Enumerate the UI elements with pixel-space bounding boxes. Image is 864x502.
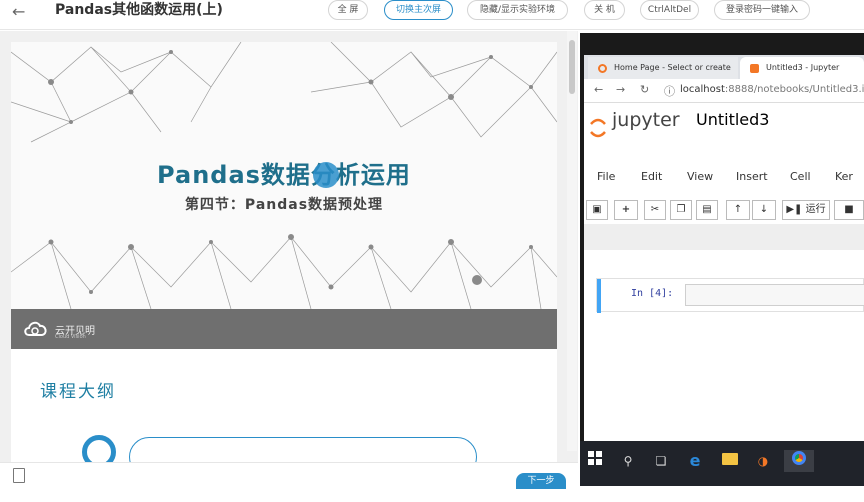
slide-footer: 云开见明 Cloud Vision — [11, 309, 557, 349]
url-host: localhost — [680, 84, 725, 95]
copy-icon[interactable]: ❐ — [670, 200, 692, 220]
info-icon[interactable]: ⓘ — [664, 83, 675, 99]
address-bar: ← → ↻ ⓘ localhost:8888/notebooks/Untitle… — [584, 79, 864, 103]
cell-prompt: In [4]: — [631, 288, 674, 299]
run-button[interactable]: ▶❚ 运行 — [782, 200, 830, 220]
menu-kernel[interactable]: Ker — [835, 170, 853, 183]
save-icon[interactable]: ▣ — [586, 200, 608, 220]
slide-pane: Pandas数据分析运用 第四节：Pandas数据预处理 云开见明 Cloud … — [0, 31, 578, 502]
vm-screen[interactable]: Home Page - Select or create ✕ Untitled3… — [580, 33, 864, 486]
notebook-area: In [4]: — [584, 224, 864, 441]
menu-file[interactable]: File — [597, 170, 615, 183]
paste-icon[interactable]: ▤ — [696, 200, 718, 220]
run-label: 运行 — [805, 204, 826, 215]
shutdown-button[interactable]: 关 机 — [584, 0, 625, 20]
tab-home-page[interactable]: Home Page - Select or create — [588, 57, 738, 79]
back-arrow-icon[interactable]: ← — [12, 3, 30, 21]
tab-bar: Home Page - Select or create ✕ Untitled3… — [584, 55, 864, 79]
jupyter-logo-icon[interactable] — [588, 115, 608, 141]
search-icon[interactable]: ⚲ — [617, 450, 639, 472]
move-up-icon[interactable]: ↑ — [726, 200, 750, 220]
reload-icon[interactable]: ↻ — [640, 83, 649, 96]
url-path: :8888/notebooks/Untitled3.i — [724, 84, 864, 95]
switch-screen-button[interactable]: 切换主次屏 — [384, 0, 453, 20]
windows-logo-icon — [588, 451, 602, 465]
notebook-container: In [4]: — [584, 250, 864, 441]
windows-start-icon[interactable] — [584, 450, 606, 472]
pointer-highlight — [313, 162, 339, 188]
chrome-icon[interactable] — [784, 450, 814, 472]
file-explorer-icon[interactable] — [719, 450, 741, 472]
jupyter-header: jupyter Untitled3 — [584, 103, 864, 151]
jupyter-taskbar-icon[interactable]: ◑ — [752, 450, 774, 472]
cut-icon[interactable]: ✂ — [644, 200, 666, 220]
tab-home-page-label: Home Page - Select or create — [614, 63, 731, 72]
top-bar: ← Pandas其他函数运用(上) 全 屏 切换主次屏 隐藏/显示实验环境 关 … — [0, 0, 864, 30]
back-icon[interactable]: ← — [594, 83, 603, 96]
slide-subtitle: 第四节：Pandas数据预处理 — [184, 197, 384, 213]
run-icon: ▶❚ — [786, 204, 803, 215]
document-icon[interactable] — [13, 468, 25, 483]
move-down-icon[interactable]: ↓ — [752, 200, 776, 220]
forward-icon[interactable]: → — [616, 83, 625, 96]
scrollbar-thumb[interactable] — [569, 40, 575, 94]
cloud-logo-icon — [24, 321, 47, 336]
notebook-tab-icon — [750, 64, 759, 73]
menu-edit[interactable]: Edit — [641, 170, 662, 183]
bottom-bar: 下一步 — [0, 462, 578, 489]
cell-selection-bar — [597, 279, 601, 313]
cell-input[interactable] — [685, 284, 864, 306]
add-cell-icon[interactable]: + — [614, 200, 638, 220]
outline-title: 课程大纲 — [40, 382, 116, 402]
edge-icon[interactable]: e — [684, 450, 706, 472]
jupyter-tab-icon — [598, 64, 607, 73]
notebook-toolbar: ▣ + ✂ ❐ ▤ ↑ ↓ ▶❚ 运行 ■ — [584, 200, 864, 224]
menu-insert[interactable]: Insert — [736, 170, 768, 183]
task-view-icon[interactable]: ❏ — [650, 450, 672, 472]
jupyter-wordmark[interactable]: jupyter — [612, 109, 680, 131]
page-title: Pandas其他函数运用(上) — [55, 2, 223, 18]
ctrl-alt-del-button[interactable]: CtrlAltDel — [640, 0, 699, 20]
fullscreen-button[interactable]: 全 屏 — [328, 0, 368, 20]
slide: Pandas数据分析运用 第四节：Pandas数据预处理 云开见明 Cloud … — [11, 42, 557, 502]
slide-banner: Pandas数据分析运用 第四节：Pandas数据预处理 — [11, 42, 557, 310]
url-field[interactable]: localhost:8888/notebooks/Untitled3.i — [680, 84, 864, 95]
menu-bar: File Edit View Insert Cell Ker — [584, 170, 864, 192]
tab-untitled3[interactable]: Untitled3 - Jupyter — [740, 57, 864, 79]
stop-icon[interactable]: ■ — [834, 200, 864, 220]
taskbar: ⚲ ❏ e ◑ — [580, 441, 864, 486]
browser-window: Home Page - Select or create ✕ Untitled3… — [584, 55, 864, 441]
next-step-button[interactable]: 下一步 — [516, 473, 566, 489]
brand-subtext: Cloud Vision — [55, 334, 86, 340]
notebook-name[interactable]: Untitled3 — [696, 110, 769, 129]
menu-view[interactable]: View — [687, 170, 713, 183]
tab-untitled3-label: Untitled3 - Jupyter — [766, 63, 840, 72]
menu-cell[interactable]: Cell — [790, 170, 811, 183]
slide-title: Pandas数据分析运用 — [157, 161, 411, 189]
scrollbar-track[interactable] — [567, 31, 577, 451]
toggle-lab-env-button[interactable]: 隐藏/显示实验环境 — [467, 0, 568, 20]
password-input-button[interactable]: 登录密码一键输入 — [714, 0, 810, 20]
code-cell[interactable]: In [4]: — [596, 278, 864, 313]
